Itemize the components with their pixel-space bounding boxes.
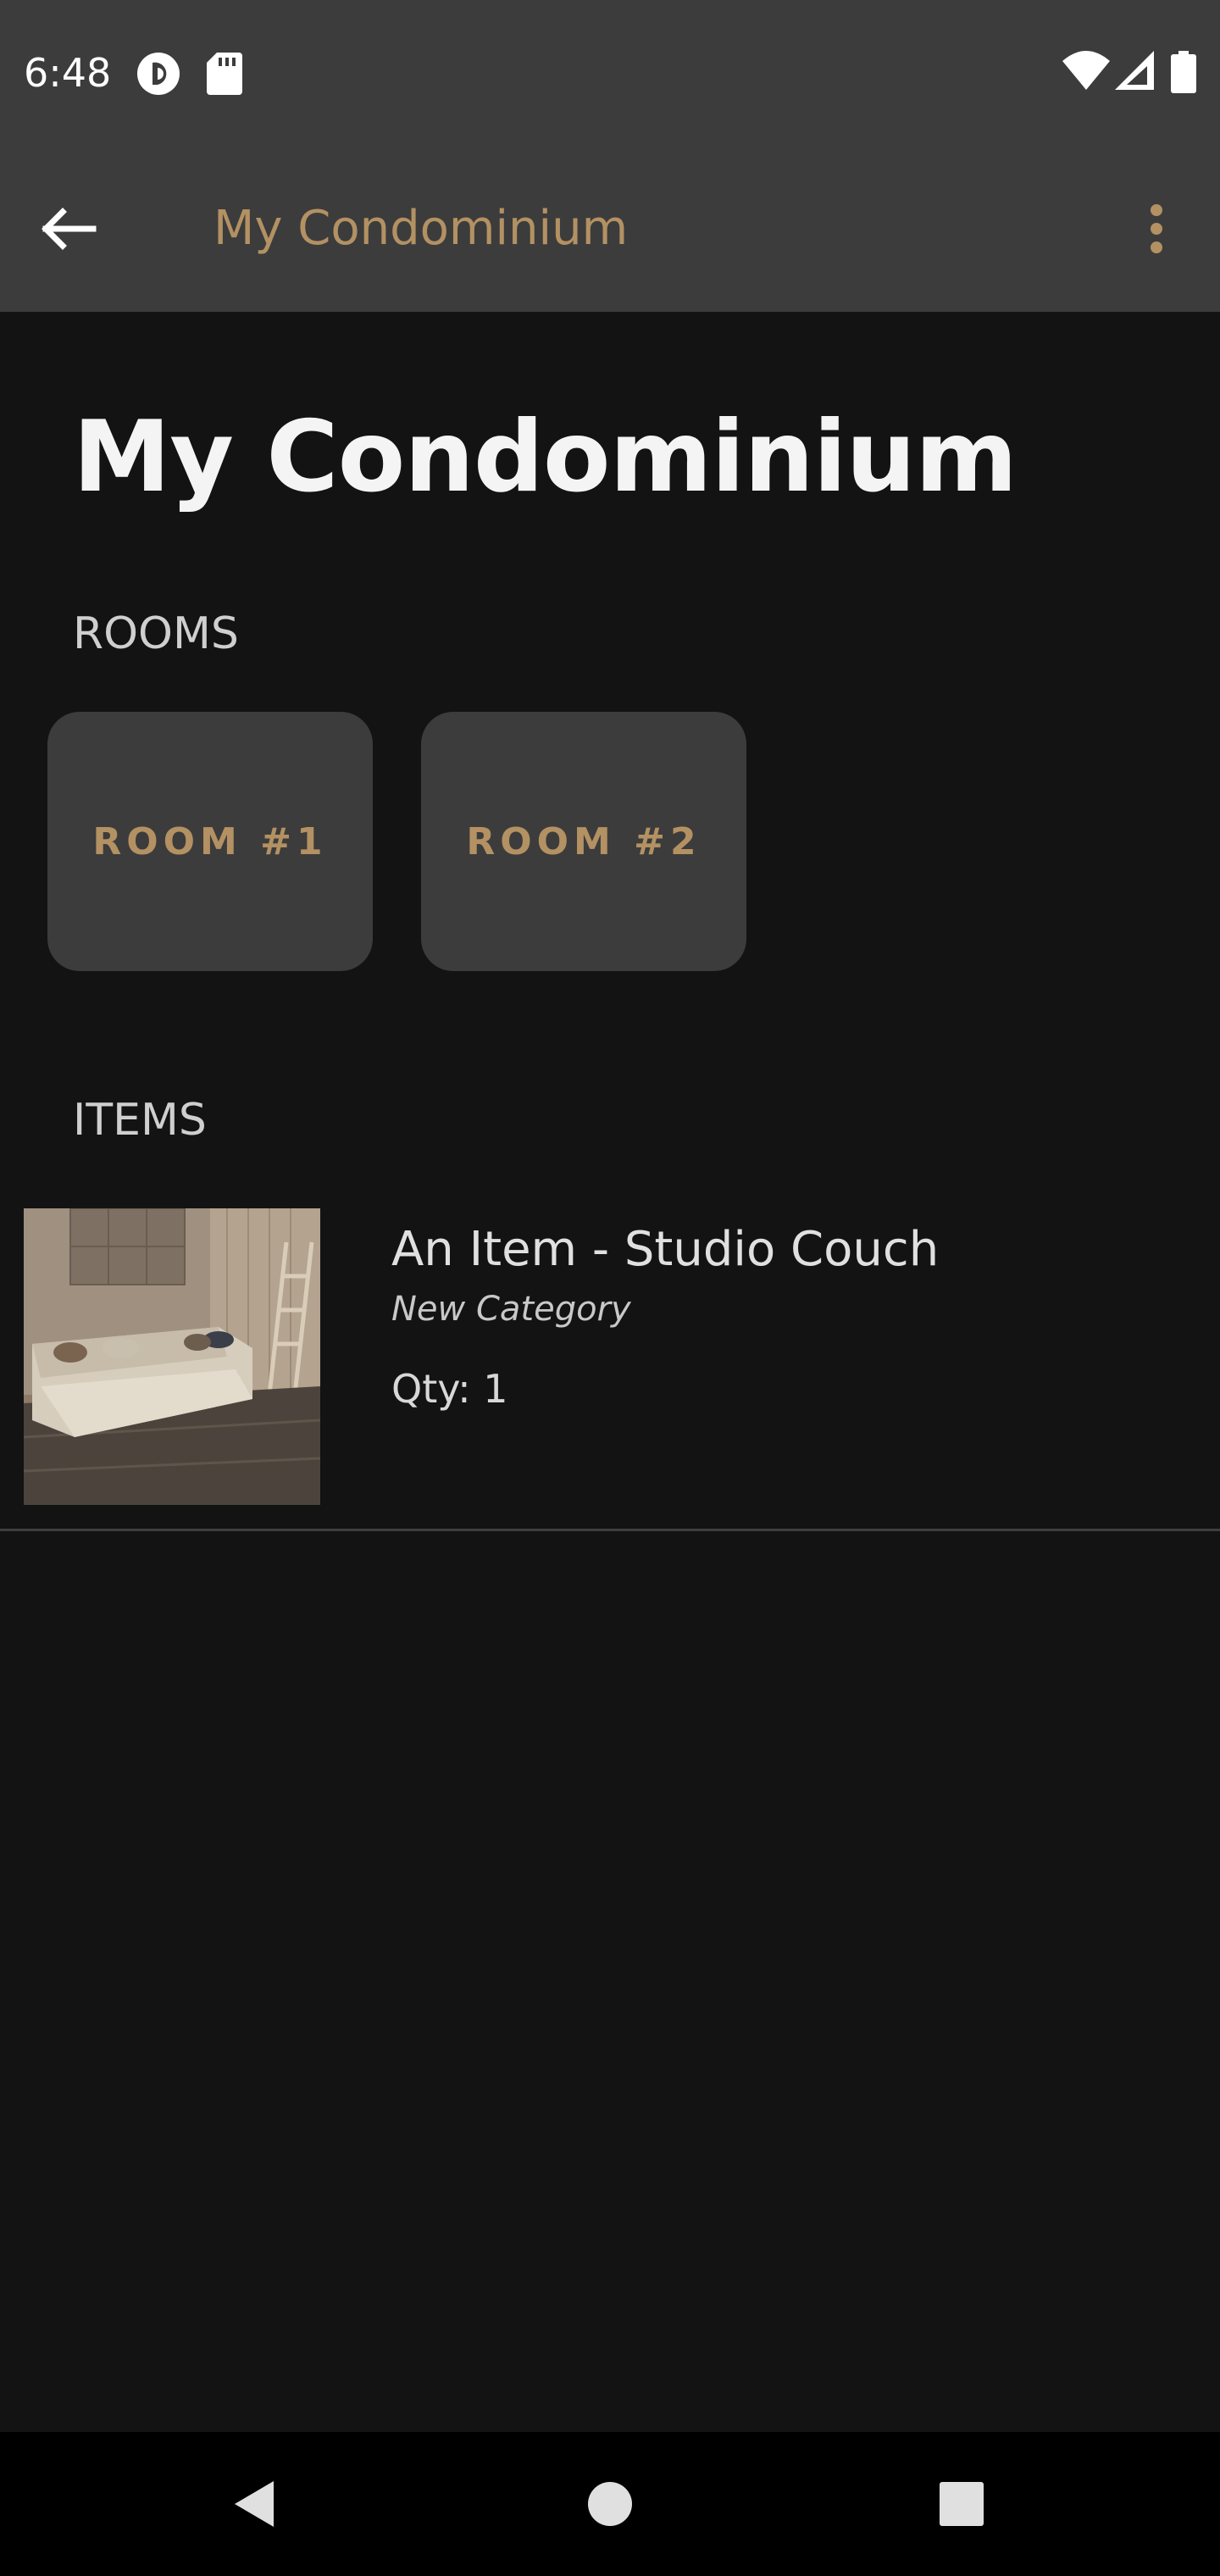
cellular-signal-icon (1115, 51, 1154, 90)
status-bar: 6:48 (0, 0, 1220, 144)
item-category: New Category (391, 1290, 631, 1329)
status-time: 6:48 (24, 50, 112, 96)
rooms-section-label: ROOMS (73, 608, 239, 659)
wifi-icon (1062, 51, 1110, 90)
overflow-menu-button[interactable] (1127, 195, 1186, 263)
sd-card-icon (207, 53, 242, 95)
pocket-casts-icon (137, 53, 180, 95)
arrow-back-icon (42, 208, 97, 250)
item-name: An Item - Studio Couch (391, 1222, 940, 1277)
system-nav-bar (0, 2432, 1220, 2576)
app-bar-title: My Condominium (214, 201, 629, 256)
room-card-1[interactable]: ROOM #1 (47, 712, 373, 971)
app-bar: My Condominium (0, 144, 1220, 312)
item-quantity: Qty: 1 (391, 1366, 508, 1412)
nav-back-button[interactable] (216, 2466, 292, 2542)
nav-home-icon (588, 2482, 632, 2526)
nav-back-icon (235, 2481, 274, 2527)
back-button[interactable] (34, 195, 132, 263)
list-item[interactable]: An Item - Studio Couch New Category Qty:… (0, 1195, 1220, 1530)
item-thumbnail-image (24, 1208, 320, 1505)
room-card-label: ROOM #2 (466, 819, 702, 863)
list-divider (0, 1529, 1220, 1531)
page-title: My Condominium (73, 400, 1018, 514)
items-section-label: ITEMS (73, 1095, 207, 1146)
nav-recents-button[interactable] (923, 2466, 1000, 2542)
room-card-2[interactable]: ROOM #2 (421, 712, 746, 971)
nav-home-button[interactable] (572, 2466, 648, 2542)
nav-recents-icon (940, 2482, 984, 2526)
battery-icon (1171, 51, 1196, 93)
room-card-label: ROOM #1 (92, 819, 328, 863)
more-vert-icon (1151, 204, 1162, 253)
